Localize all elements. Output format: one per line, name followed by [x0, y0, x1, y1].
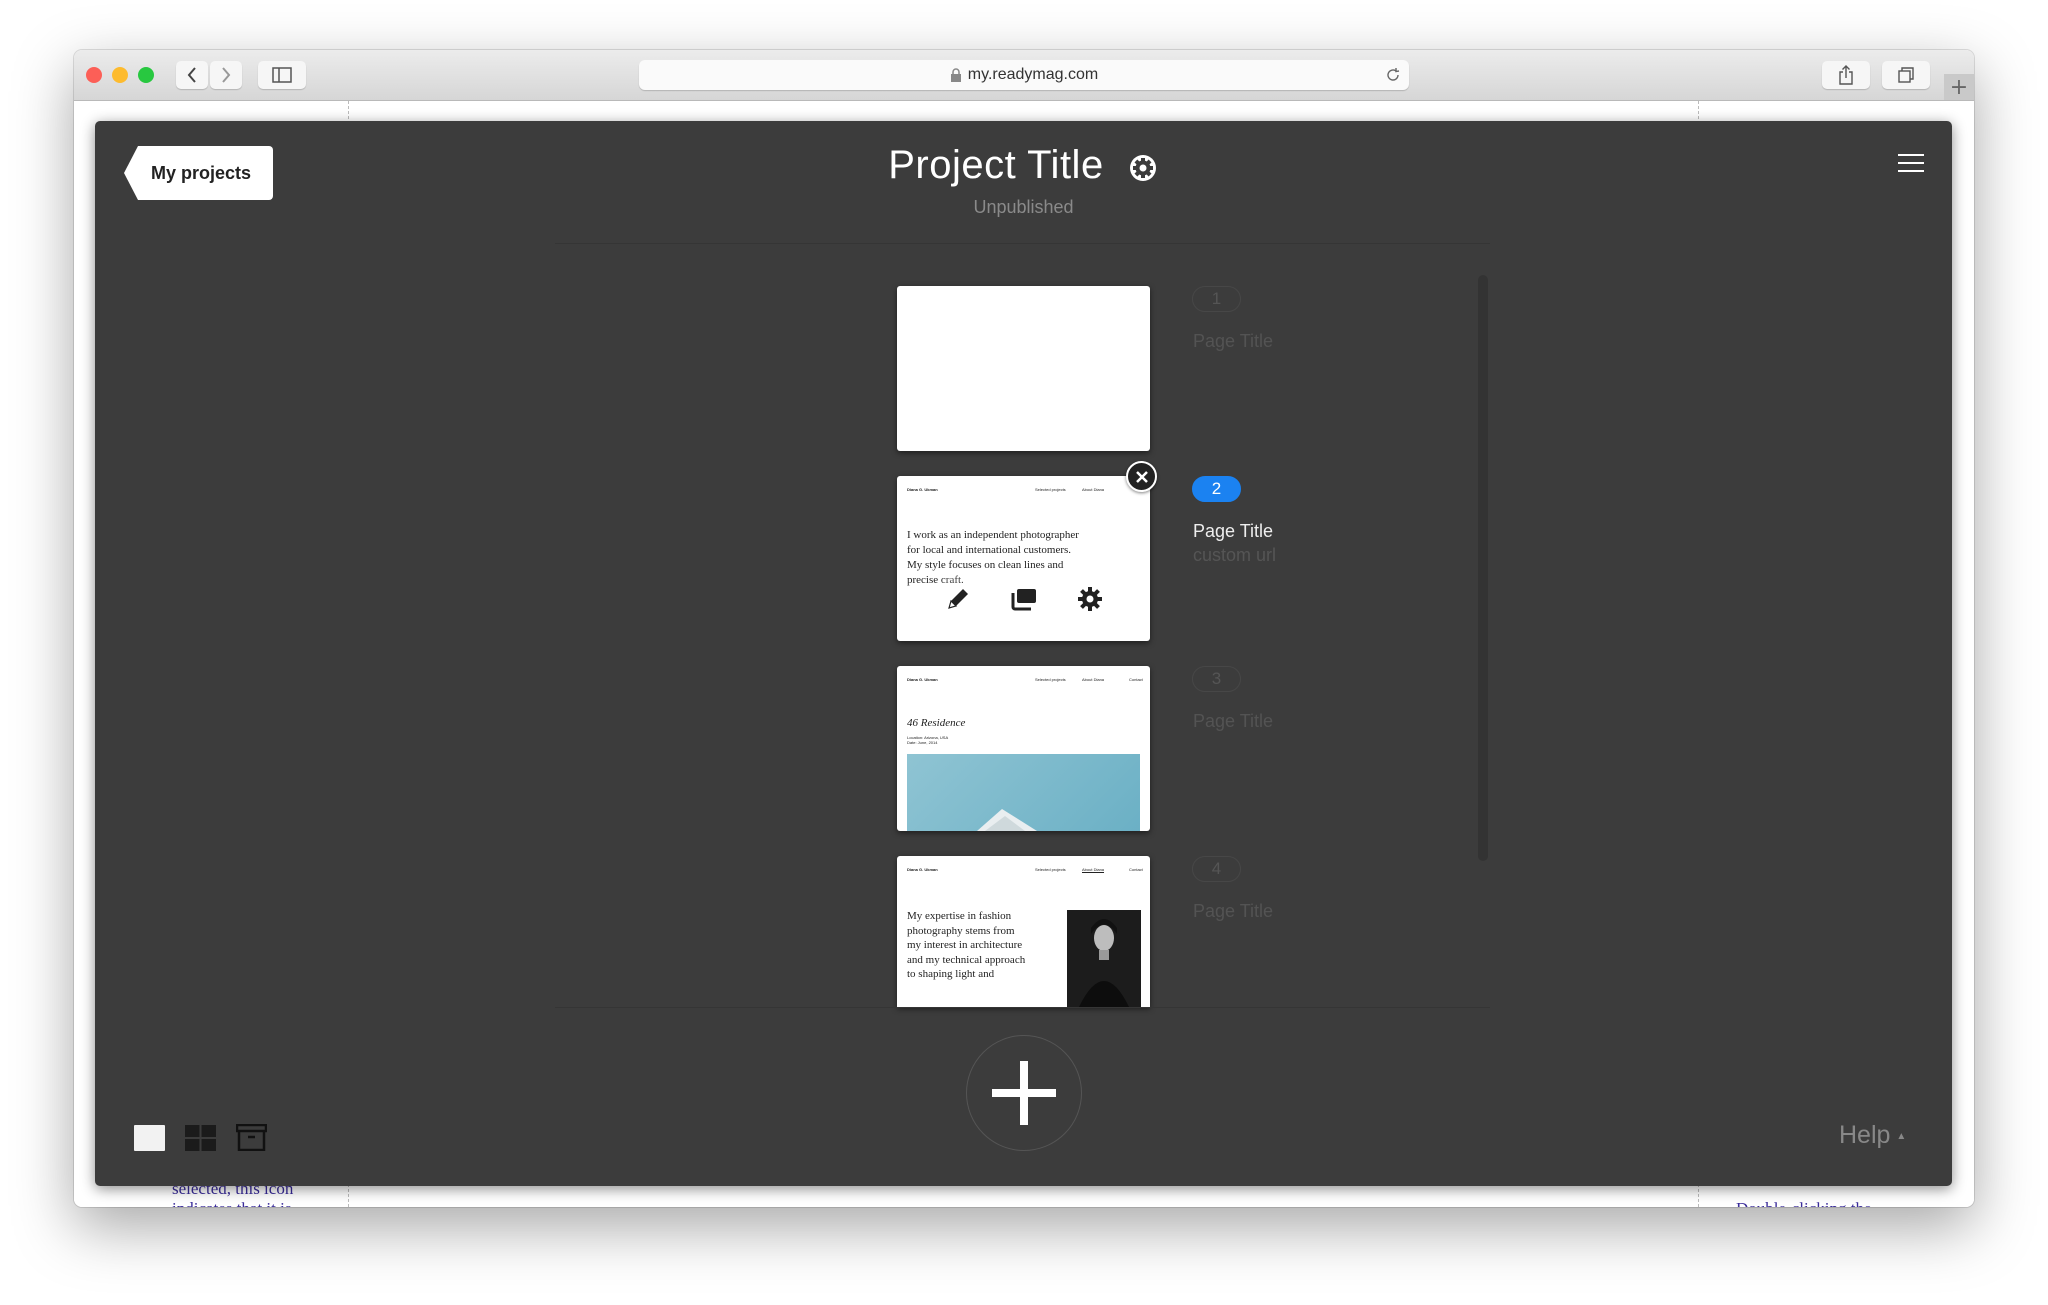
gear-icon	[1129, 154, 1156, 181]
lock-icon	[950, 68, 961, 82]
archive-button[interactable]	[235, 1123, 268, 1155]
pages-panel: My projects Project Title Unpublished 1 …	[95, 121, 1952, 1186]
close-window-button[interactable]	[86, 67, 102, 83]
page-title-label[interactable]: Page Title	[1193, 521, 1273, 542]
thumb-nav-item: Selected projects	[1035, 867, 1066, 872]
help-label: Help	[1839, 1121, 1891, 1149]
pages-scrollbar[interactable]	[1478, 275, 1488, 861]
zoom-window-button[interactable]	[138, 67, 154, 83]
address-bar[interactable]: my.readymag.com	[639, 60, 1409, 90]
duplicate-page-button[interactable]	[1000, 575, 1048, 623]
sidebar-icon	[272, 67, 292, 83]
grid-view-icon	[185, 1124, 216, 1151]
page-title-label[interactable]: Page Title	[1193, 331, 1273, 352]
page-thumbnail-4[interactable]: Diana G. Ukman Selected projects About D…	[897, 856, 1150, 1007]
page-number-badge: 3	[1192, 666, 1241, 692]
close-icon	[1135, 470, 1148, 483]
portrait-graphic	[1079, 919, 1129, 1007]
back-button[interactable]	[176, 61, 208, 89]
page-thumbnail-2[interactable]: Diana G. Ukman Selected projects About D…	[897, 476, 1150, 641]
page-title-label[interactable]: Page Title	[1193, 901, 1273, 922]
project-settings-button[interactable]	[1127, 152, 1159, 188]
thumb-body-text: I work as an independent photographer fo…	[907, 529, 1079, 586]
thumb-nav-item: About Diana	[1082, 487, 1105, 492]
publish-status: Unpublished	[973, 197, 1074, 217]
thumb-nav-item: Contact	[1129, 677, 1143, 682]
help-button[interactable]: Help ▲	[1839, 1121, 1906, 1150]
share-button[interactable]	[1822, 61, 1870, 89]
page-number-badge: 1	[1192, 286, 1241, 312]
thumb-site-name: Diana G. Ukman	[907, 867, 938, 872]
url-text: my.readymag.com	[967, 66, 1099, 83]
tabs-overview-button[interactable]	[1882, 61, 1930, 89]
sidebar-toggle-button[interactable]	[258, 61, 306, 89]
page-thumbnail-3[interactable]: Diana G. Ukman Selected projects About D…	[897, 666, 1150, 831]
footer-divider	[555, 1007, 1490, 1008]
page-settings-button[interactable]	[1066, 575, 1114, 623]
background-text-line: indicates that it is	[172, 1199, 293, 1207]
thumb-site-name: Diana G. Ukman	[907, 487, 938, 492]
thumb-heading: 46 Residence	[907, 717, 966, 729]
archive-icon	[235, 1123, 268, 1152]
thumb-portrait	[1067, 910, 1141, 1007]
thumb-nav-item: About Diana	[1082, 677, 1105, 682]
thumb-photo	[907, 754, 1140, 831]
tabs-icon	[1898, 67, 1914, 83]
page-number-badge-active: 2	[1192, 476, 1241, 502]
forward-button[interactable]	[210, 61, 242, 89]
edit-page-button[interactable]	[934, 575, 982, 623]
thumb-nav-item: Contact	[1129, 867, 1143, 872]
plus-icon	[992, 1061, 1056, 1125]
pencil-icon	[948, 589, 968, 609]
thumb-body-text: My expertise in fashion photography stem…	[907, 910, 1026, 980]
background-text-right: Double-clicking the	[1736, 1199, 1872, 1207]
building-graphic	[977, 809, 1037, 831]
menu-button[interactable]	[1898, 154, 1924, 174]
single-page-view-icon	[134, 1124, 165, 1151]
thumb-nav-item: Selected projects	[1035, 677, 1066, 682]
gear-icon	[1078, 587, 1102, 611]
menu-line	[1898, 170, 1924, 172]
single-view-button[interactable]	[134, 1124, 165, 1155]
page-title-label[interactable]: Page Title	[1193, 711, 1273, 732]
add-page-button[interactable]	[966, 1035, 1082, 1151]
thumb-site-name: Diana G. Ukman	[907, 677, 938, 682]
chevron-right-icon	[222, 67, 231, 83]
chevron-left-icon	[187, 67, 196, 83]
reload-icon[interactable]	[1385, 67, 1401, 83]
share-icon	[1839, 65, 1853, 85]
thumb-meta: Date: June, 2014	[907, 740, 938, 745]
thumb-nav-item: Selected projects	[1035, 487, 1066, 492]
caret-up-icon: ▲	[1896, 1130, 1907, 1142]
page-number-badge: 4	[1192, 856, 1241, 882]
project-title: Project Title	[888, 143, 1104, 187]
browser-toolbar: my.readymag.com +	[74, 50, 1974, 101]
minimize-window-button[interactable]	[112, 67, 128, 83]
plus-icon: +	[1949, 74, 1969, 100]
view-mode-switcher	[134, 1123, 268, 1155]
delete-page-button[interactable]	[1126, 461, 1157, 492]
page-custom-url[interactable]: custom url	[1193, 545, 1276, 566]
project-title-row: Project Title	[95, 143, 1952, 188]
header-divider	[555, 243, 1490, 244]
menu-line	[1898, 162, 1924, 164]
new-tab-button[interactable]: +	[1944, 74, 1974, 100]
grid-view-button[interactable]	[185, 1124, 216, 1155]
thumb-nav-item: About Diana	[1082, 867, 1105, 872]
menu-line	[1898, 154, 1924, 156]
page-thumbnail-1[interactable]	[897, 286, 1150, 451]
duplicate-icon	[1011, 589, 1036, 611]
